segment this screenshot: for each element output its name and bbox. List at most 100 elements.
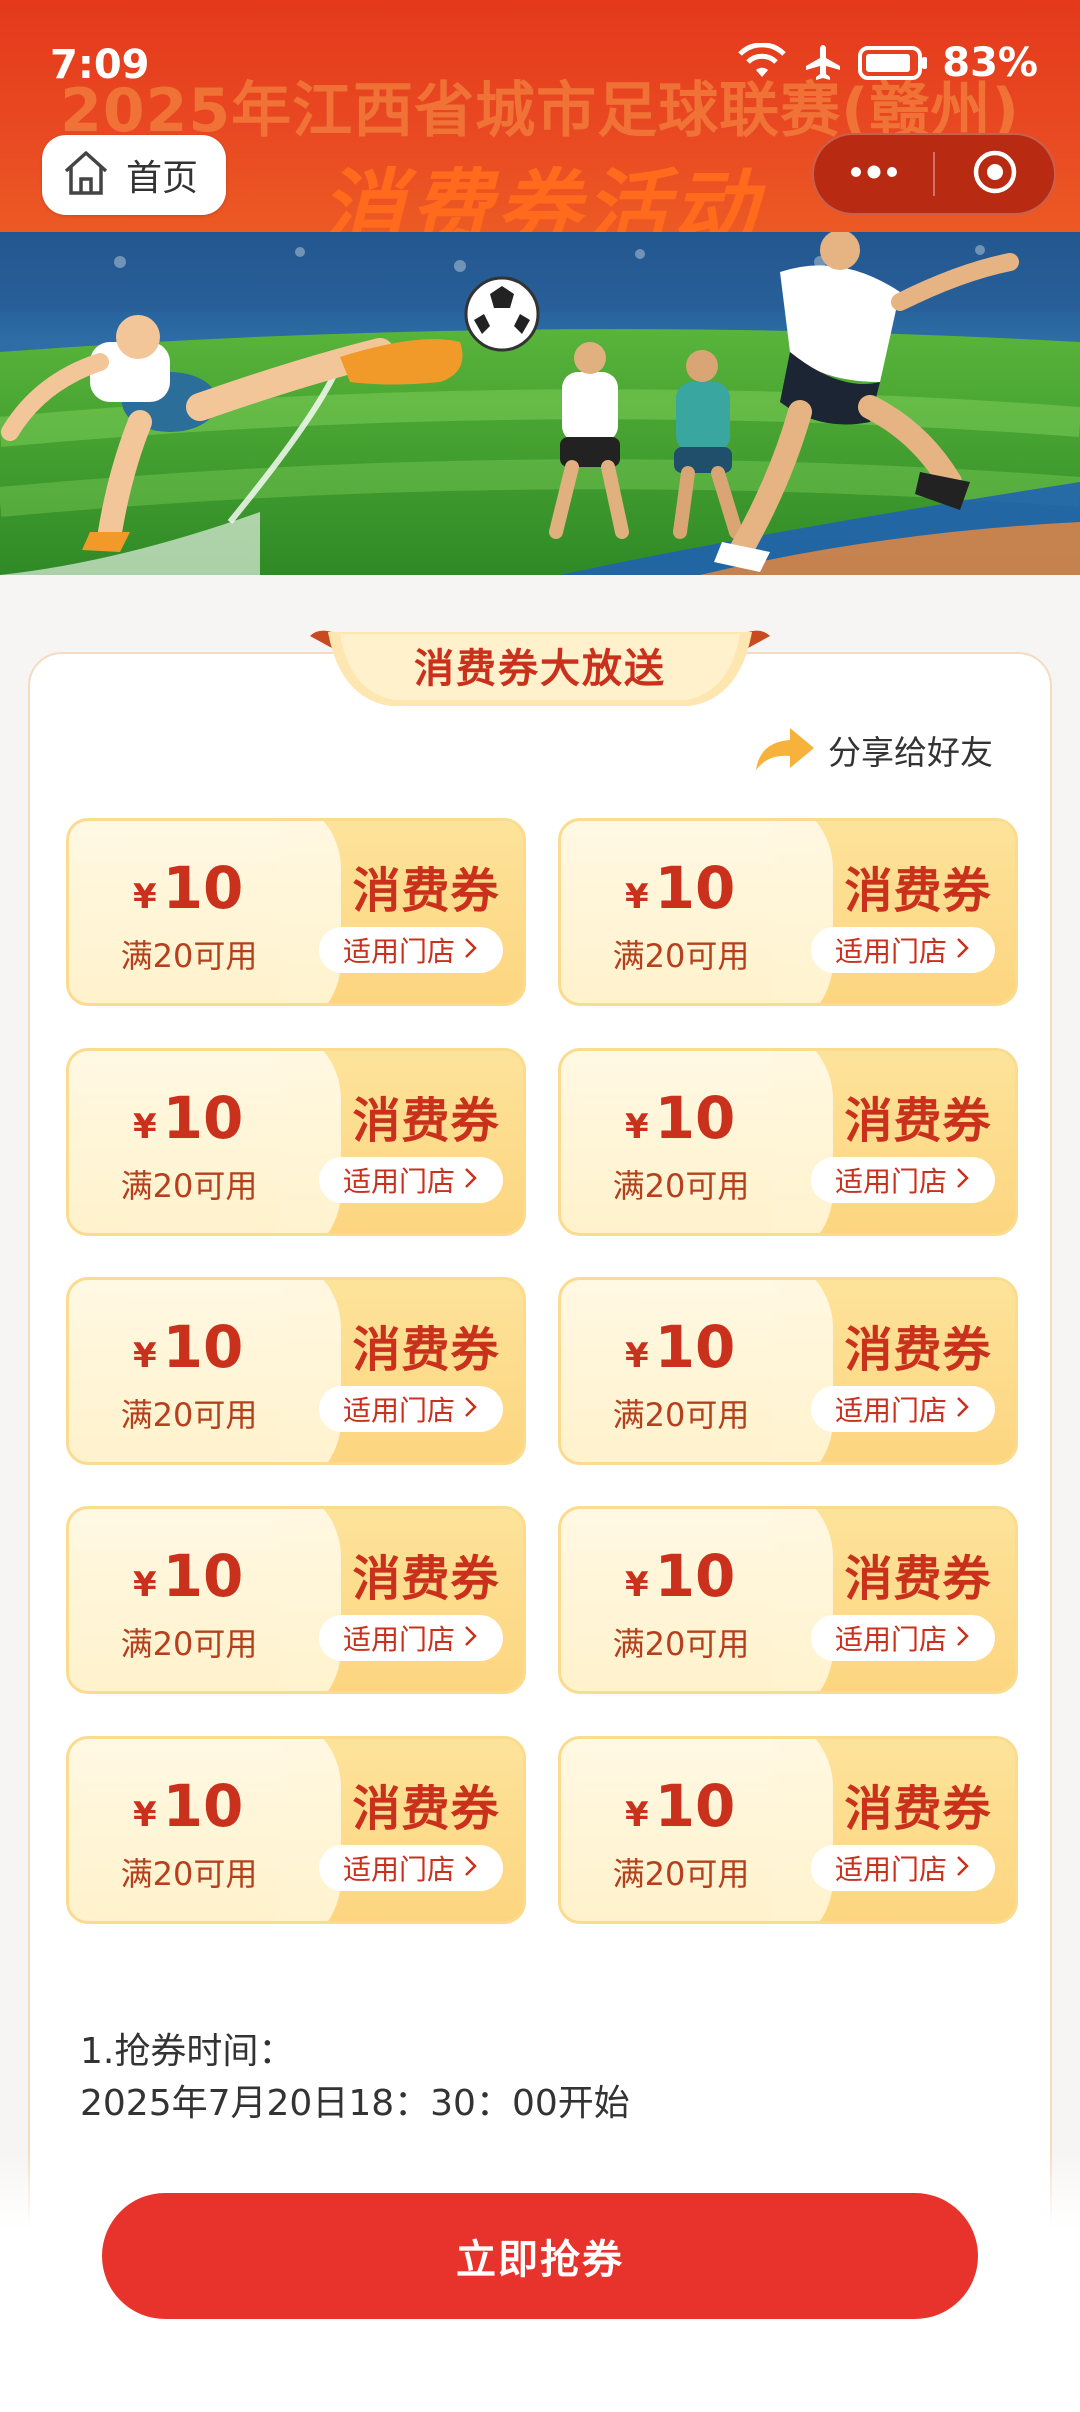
coupon-card[interactable]: ¥10 满20可用 消费券适用门店 bbox=[558, 1506, 1018, 1694]
applicable-stores-link[interactable]: 适用门店 bbox=[319, 1386, 503, 1432]
coupon-amount: ¥10 bbox=[133, 1089, 243, 1147]
chevron-right-icon bbox=[955, 1852, 971, 1885]
coupon-title: 消费券 bbox=[844, 1093, 992, 1149]
coupon-value: 10 bbox=[162, 1772, 244, 1840]
coupon-card[interactable]: ¥10 满20可用 消费券 适用门店 bbox=[558, 1277, 1018, 1465]
coupon-value: 10 bbox=[162, 1313, 244, 1381]
applicable-stores-link[interactable]: 适用门店 bbox=[811, 1157, 995, 1203]
coupon-card[interactable]: ¥10 满20可用 消费券适用门店 bbox=[66, 1277, 526, 1465]
coupon-value: 10 bbox=[654, 1772, 736, 1840]
coupon-condition: 满20可用 bbox=[120, 1396, 258, 1434]
battery-icon bbox=[858, 45, 928, 81]
coupon-card[interactable]: ¥10 满20可用 消费券适用门店 bbox=[558, 1736, 1018, 1924]
home-label: 首页 bbox=[126, 158, 199, 199]
applicable-stores-link[interactable]: 适用门店 bbox=[811, 1386, 995, 1432]
currency-symbol: ¥ bbox=[133, 1565, 157, 1605]
football-players-illustration bbox=[0, 232, 1080, 575]
coupon-amount: ¥10 bbox=[625, 1777, 735, 1835]
coupon-amount: ¥10 bbox=[625, 1089, 735, 1147]
applicable-stores-link[interactable]: 适用门店 bbox=[811, 927, 995, 973]
hero-illustration bbox=[0, 232, 1080, 575]
applicable-stores-link[interactable]: 适用门店 bbox=[811, 1615, 995, 1661]
status-time: 7:09 bbox=[50, 42, 150, 88]
currency-symbol: ¥ bbox=[625, 1107, 649, 1147]
coupon-amount: ¥10 bbox=[625, 1547, 735, 1605]
coupon-condition: 满20可用 bbox=[612, 1625, 750, 1663]
coupon-title: 消费券 bbox=[352, 1781, 500, 1837]
chevron-right-icon bbox=[463, 1164, 479, 1197]
store-link-label: 适用门店 bbox=[342, 1165, 455, 1198]
store-link-label: 适用门店 bbox=[834, 1394, 947, 1427]
coupon-title: 消费券 bbox=[844, 1781, 992, 1837]
chevron-right-icon bbox=[463, 1393, 479, 1426]
coupon-card[interactable]: ¥10 满20可用 消费券 适用门店 bbox=[558, 818, 1018, 1006]
applicable-stores-link[interactable]: 适用门店 bbox=[319, 1157, 503, 1203]
coupon-condition: 满20可用 bbox=[120, 1855, 258, 1893]
currency-symbol: ¥ bbox=[133, 1107, 157, 1147]
coupon-condition: 满20可用 bbox=[612, 1855, 750, 1893]
rule-time: 2025年7月20日18：30：00开始 bbox=[80, 2083, 630, 2124]
chevron-right-icon bbox=[955, 934, 971, 967]
currency-symbol: ¥ bbox=[625, 1795, 649, 1835]
applicable-stores-link[interactable]: 适用门店 bbox=[319, 1615, 503, 1661]
home-button[interactable]: 首页 bbox=[42, 135, 226, 215]
coupon-condition: 满20可用 bbox=[612, 1167, 750, 1205]
coupon-amount: ¥10 bbox=[133, 859, 243, 917]
currency-symbol: ¥ bbox=[625, 1336, 649, 1376]
coupon-value: 10 bbox=[654, 854, 736, 922]
currency-symbol: ¥ bbox=[133, 1336, 157, 1376]
home-icon bbox=[60, 147, 112, 203]
coupon-amount: ¥10 bbox=[625, 1318, 735, 1376]
battery-percent: 83% bbox=[942, 40, 1038, 86]
chevron-right-icon bbox=[955, 1393, 971, 1426]
share-arrow-icon bbox=[752, 722, 816, 778]
status-icons: 83% bbox=[736, 40, 1038, 86]
chevron-right-icon bbox=[955, 1622, 971, 1655]
coupon-amount: ¥10 bbox=[625, 859, 735, 917]
coupon-value: 10 bbox=[654, 1084, 736, 1152]
coupon-title: 消费券 bbox=[844, 1322, 992, 1378]
store-link-label: 适用门店 bbox=[342, 1623, 455, 1656]
coupon-card[interactable]: ¥10 满20可用 消费券适用门店 bbox=[558, 1048, 1018, 1236]
coupon-condition: 满20可用 bbox=[120, 1625, 258, 1663]
coupon-title: 消费券 bbox=[352, 1551, 500, 1607]
chevron-right-icon bbox=[463, 1852, 479, 1885]
applicable-stores-link[interactable]: 适用门店 bbox=[319, 1845, 503, 1891]
app-root: 2025年江西省城市足球联赛(赣州) 消费券活动 7:09 83% 首页 消费券… bbox=[0, 0, 1080, 2412]
coupon-amount: ¥10 bbox=[133, 1547, 243, 1605]
coupon-card[interactable]: ¥10 满20可用 消费券 适用门店 bbox=[66, 818, 526, 1006]
store-link-label: 适用门店 bbox=[834, 1623, 947, 1656]
coupon-condition: 满20可用 bbox=[120, 1167, 258, 1205]
store-link-label: 适用门店 bbox=[342, 1853, 455, 1886]
coupon-card[interactable]: ¥10 满20可用 消费券适用门店 bbox=[66, 1048, 526, 1236]
coupon-value: 10 bbox=[162, 854, 244, 922]
coupon-condition: 满20可用 bbox=[612, 937, 750, 975]
coupon-value: 10 bbox=[654, 1313, 736, 1381]
grab-coupon-button[interactable]: 立即抢券 bbox=[102, 2193, 978, 2319]
more-button[interactable] bbox=[814, 135, 933, 213]
miniprogram-capsule bbox=[812, 133, 1056, 215]
store-link-label: 适用门店 bbox=[834, 1165, 947, 1198]
close-miniprogram-button[interactable] bbox=[935, 135, 1054, 213]
coupon-title: 消费券 bbox=[352, 863, 500, 919]
currency-symbol: ¥ bbox=[133, 1795, 157, 1835]
store-link-label: 适用门店 bbox=[834, 935, 947, 968]
currency-symbol: ¥ bbox=[625, 877, 649, 917]
coupon-title: 消费券 bbox=[352, 1093, 500, 1149]
share-button[interactable]: 分享给好友 bbox=[752, 722, 993, 778]
chevron-right-icon bbox=[955, 1164, 971, 1197]
applicable-stores-link[interactable]: 适用门店 bbox=[811, 1845, 995, 1891]
coupon-card[interactable]: ¥10 满20可用 消费券适用门店 bbox=[66, 1736, 526, 1924]
airplane-icon bbox=[802, 42, 844, 84]
coupon-title: 消费券 bbox=[844, 1551, 992, 1607]
coupon-card[interactable]: ¥10 满20可用 消费券适用门店 bbox=[66, 1506, 526, 1694]
coupon-value: 10 bbox=[162, 1084, 244, 1152]
coupon-amount: ¥10 bbox=[133, 1777, 243, 1835]
currency-symbol: ¥ bbox=[133, 877, 157, 917]
applicable-stores-link[interactable]: 适用门店 bbox=[319, 927, 503, 973]
coupon-value: 10 bbox=[654, 1542, 736, 1610]
store-link-label: 适用门店 bbox=[342, 1394, 455, 1427]
section-ribbon: 消费券大放送 bbox=[310, 628, 770, 710]
more-dots-icon bbox=[846, 164, 902, 184]
coupon-title: 消费券 bbox=[352, 1322, 500, 1378]
